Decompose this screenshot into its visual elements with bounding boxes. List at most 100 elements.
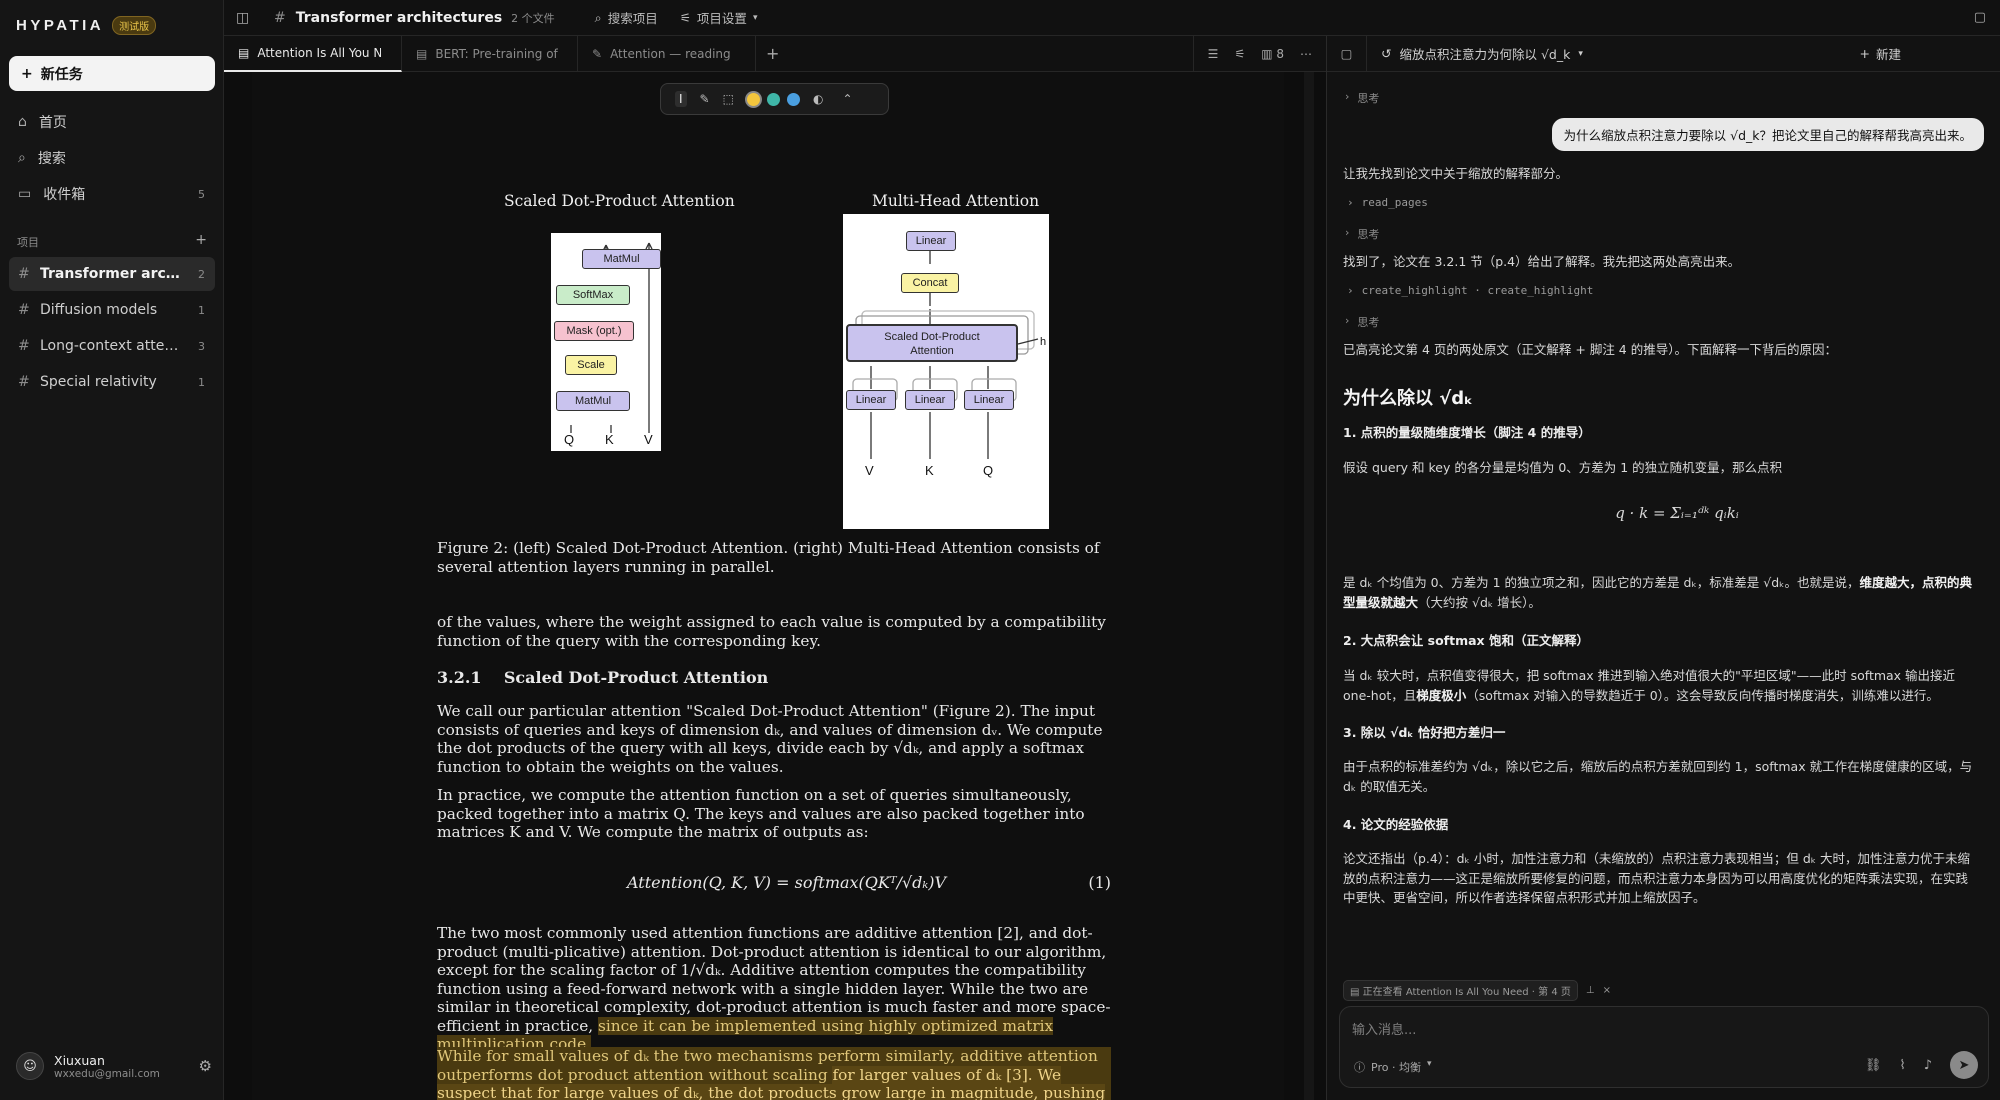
linear-k-box: Linear [905,390,955,410]
hash-icon: # [274,9,286,26]
assistant-message-1: 让我先找到论文中关于缩放的解释部分。 [1343,166,1569,181]
project-name: Long-context attention [40,338,186,354]
chat-icon[interactable]: ▢ [1327,35,1367,72]
chevron-down-icon: ▾ [1578,48,1583,59]
input-tools: ⛓ ⌇ ♪ ➤ [1865,1051,1978,1079]
paragraph-5: While for small values of dₖ the two mec… [437,1047,1111,1100]
thinking-toggle[interactable]: › 思考 [1345,90,1379,106]
thinking-toggle[interactable]: › 思考 [1345,314,1379,330]
pin-icon[interactable]: ⊥ [1586,985,1595,996]
search-project-label: 搜索项目 [607,11,658,26]
nav-home[interactable]: ⌂ 首页 [9,107,215,137]
nav-search-label: 搜索 [37,151,66,167]
new-chat-button[interactable]: + 新建 [1860,44,1902,63]
model-selector[interactable]: ⓘ Pro · 均衡 ▾ [1354,1059,1431,1075]
tab-attention-paper[interactable]: ▤ Attention Is All You Need [224,36,402,72]
context-pill[interactable]: ▤ 正在查看 Attention Is All You Need · 第 4 页 [1343,980,1578,1001]
pages-button[interactable]: ▥ 8 [1261,47,1284,61]
send-button[interactable]: ➤ [1950,1051,1978,1079]
hash-icon: # [18,338,30,354]
thinking-toggle[interactable]: › 思考 [1345,226,1379,242]
chevron-right-icon: › [1347,284,1354,297]
tab-label: BERT: Pre-training of Deep [435,47,559,61]
projects-label: 项目 [17,236,39,249]
area-select-icon[interactable]: ⬚ [723,92,734,106]
palette-icon[interactable]: ◐ [813,92,823,106]
project-name: Special relativity [40,374,157,390]
k-label: K [925,463,934,478]
tab-label: Attention — reading notes [610,47,734,61]
beta-badge: 测试版 [112,16,157,35]
add-tab-icon[interactable]: + [766,44,779,63]
search-icon: ⌕ [18,150,26,166]
tool-call-highlight[interactable]: › create_highlight · create_highlight [1347,284,1593,297]
chevron-down-icon: ▾ [1426,1059,1432,1069]
h-label: h [1040,336,1047,348]
chevron-right-icon: › [1345,226,1350,239]
logo: HYPATIA 测试版 [16,16,157,35]
color-yellow-swatch[interactable] [746,92,760,106]
pen-icon[interactable]: ✎ [700,92,710,106]
answer-heading-text: 为什么除以 √dₖ [1343,388,1473,409]
project-item-transformer[interactable]: # Transformer architectures 2 [9,257,215,291]
linear-q-box: Linear [964,390,1014,410]
new-task-button[interactable]: + 新任务 [9,56,215,91]
context-indicator: ▤ 正在查看 Attention Is All You Need · 第 4 页… [1343,980,1611,1001]
new-task-label: 新任务 [40,66,83,83]
paragraph-1: of the values, where the weight assigned… [437,613,1106,650]
sliders-icon: ⚟ [679,10,691,25]
softmax-box: SoftMax [556,285,630,305]
project-item-relativity[interactable]: # Special relativity 1 [9,365,215,399]
chevron-right-icon: › [1345,314,1350,327]
nav-inbox[interactable]: ▭ 收件箱 5 [9,179,215,209]
project-count: 2 [198,267,205,281]
nav-search[interactable]: ⌕ 搜索 [9,143,215,173]
section-number: 3.2.1 [437,668,482,687]
chevron-up-icon[interactable]: ⌃ [842,92,852,106]
tool-call-read-pages[interactable]: › read_pages [1347,196,1428,209]
message-input[interactable]: 输入消息... [1352,1019,1416,1038]
add-project-icon[interactable]: + [195,232,207,250]
text-cursor-icon[interactable]: I [675,91,687,107]
document-icon: ▤ [416,47,428,61]
color-blue-swatch[interactable] [786,92,800,106]
chat-panel-toggle-icon[interactable]: ▢ [1974,10,1986,25]
home-icon: ⌂ [18,114,27,130]
tab-reading-notes[interactable]: ✎ Attention — reading notes [578,36,756,72]
message-input-box[interactable]: 输入消息... ⓘ Pro · 均衡 ▾ ⛓ ⌇ ♪ ➤ [1339,1006,1989,1088]
tab-bert-paper[interactable]: ▤ BERT: Pre-training of Deep [402,36,578,72]
project-settings-label: 项目设置 [696,11,747,26]
user-name: Xiuxuan [54,1052,105,1068]
avatar: ☺ [16,1052,44,1080]
multi-head-attention-figure: Linear Concat Scaled Dot-Product Attenti… [843,214,1049,529]
project-settings-button[interactable]: ⚟ 项目设置 ▾ [680,8,758,27]
more-icon[interactable]: ⋯ [1300,47,1312,61]
section-2-bold: 梯度极小 [1416,687,1467,703]
microphone-icon[interactable]: ♪ [1924,1058,1932,1073]
project-item-diffusion[interactable]: # Diffusion models 1 [9,293,215,327]
nav-inbox-label: 收件箱 [43,187,86,203]
thinking-label: 思考 [1357,228,1380,241]
user-profile[interactable]: ☺ Xiuxuan wxxedu@gmail.com ⚙ [16,1052,212,1080]
document-icon: ▤ [238,46,250,60]
close-icon[interactable]: × [1603,985,1611,996]
link-icon[interactable]: ⛓ [1865,1058,1882,1073]
section-1-text-2: 是 dₖ 个均值为 0、方差为 1 的独立项之和，因此它的方差是 dₖ，标准差是… [1343,573,1979,612]
outline-icon[interactable]: ☰ [1208,47,1219,61]
conversation-selector[interactable]: ↺ 缩放点积注意力为何除以 √d_k ▾ [1381,44,1583,63]
search-project-button[interactable]: ⌕ 搜索项目 [595,8,658,27]
sidebar-toggle-icon[interactable]: ◫ [236,10,264,26]
gear-icon[interactable]: ⚙ [199,1057,212,1075]
color-teal-swatch[interactable] [766,92,780,106]
inbox-count: 5 [198,187,205,201]
paragraph-3: In practice, we compute the attention fu… [437,786,1085,841]
plus-icon: + [21,65,33,82]
linear-v-box: Linear [846,390,896,410]
filter-icon[interactable]: ⚟ [1234,47,1245,61]
scrollbar[interactable] [1304,72,1314,1100]
section-1-text: 假设 query 和 key 的各分量是均值为 0、方差为 1 的独立随机变量，… [1343,460,1783,475]
attachment-icon[interactable]: ⌇ [1899,1058,1905,1073]
hash-icon: # [18,374,30,390]
sdpa-box: Scaled Dot-Product Attention [846,324,1018,362]
project-item-long-context[interactable]: # Long-context attention 3 [9,329,215,363]
